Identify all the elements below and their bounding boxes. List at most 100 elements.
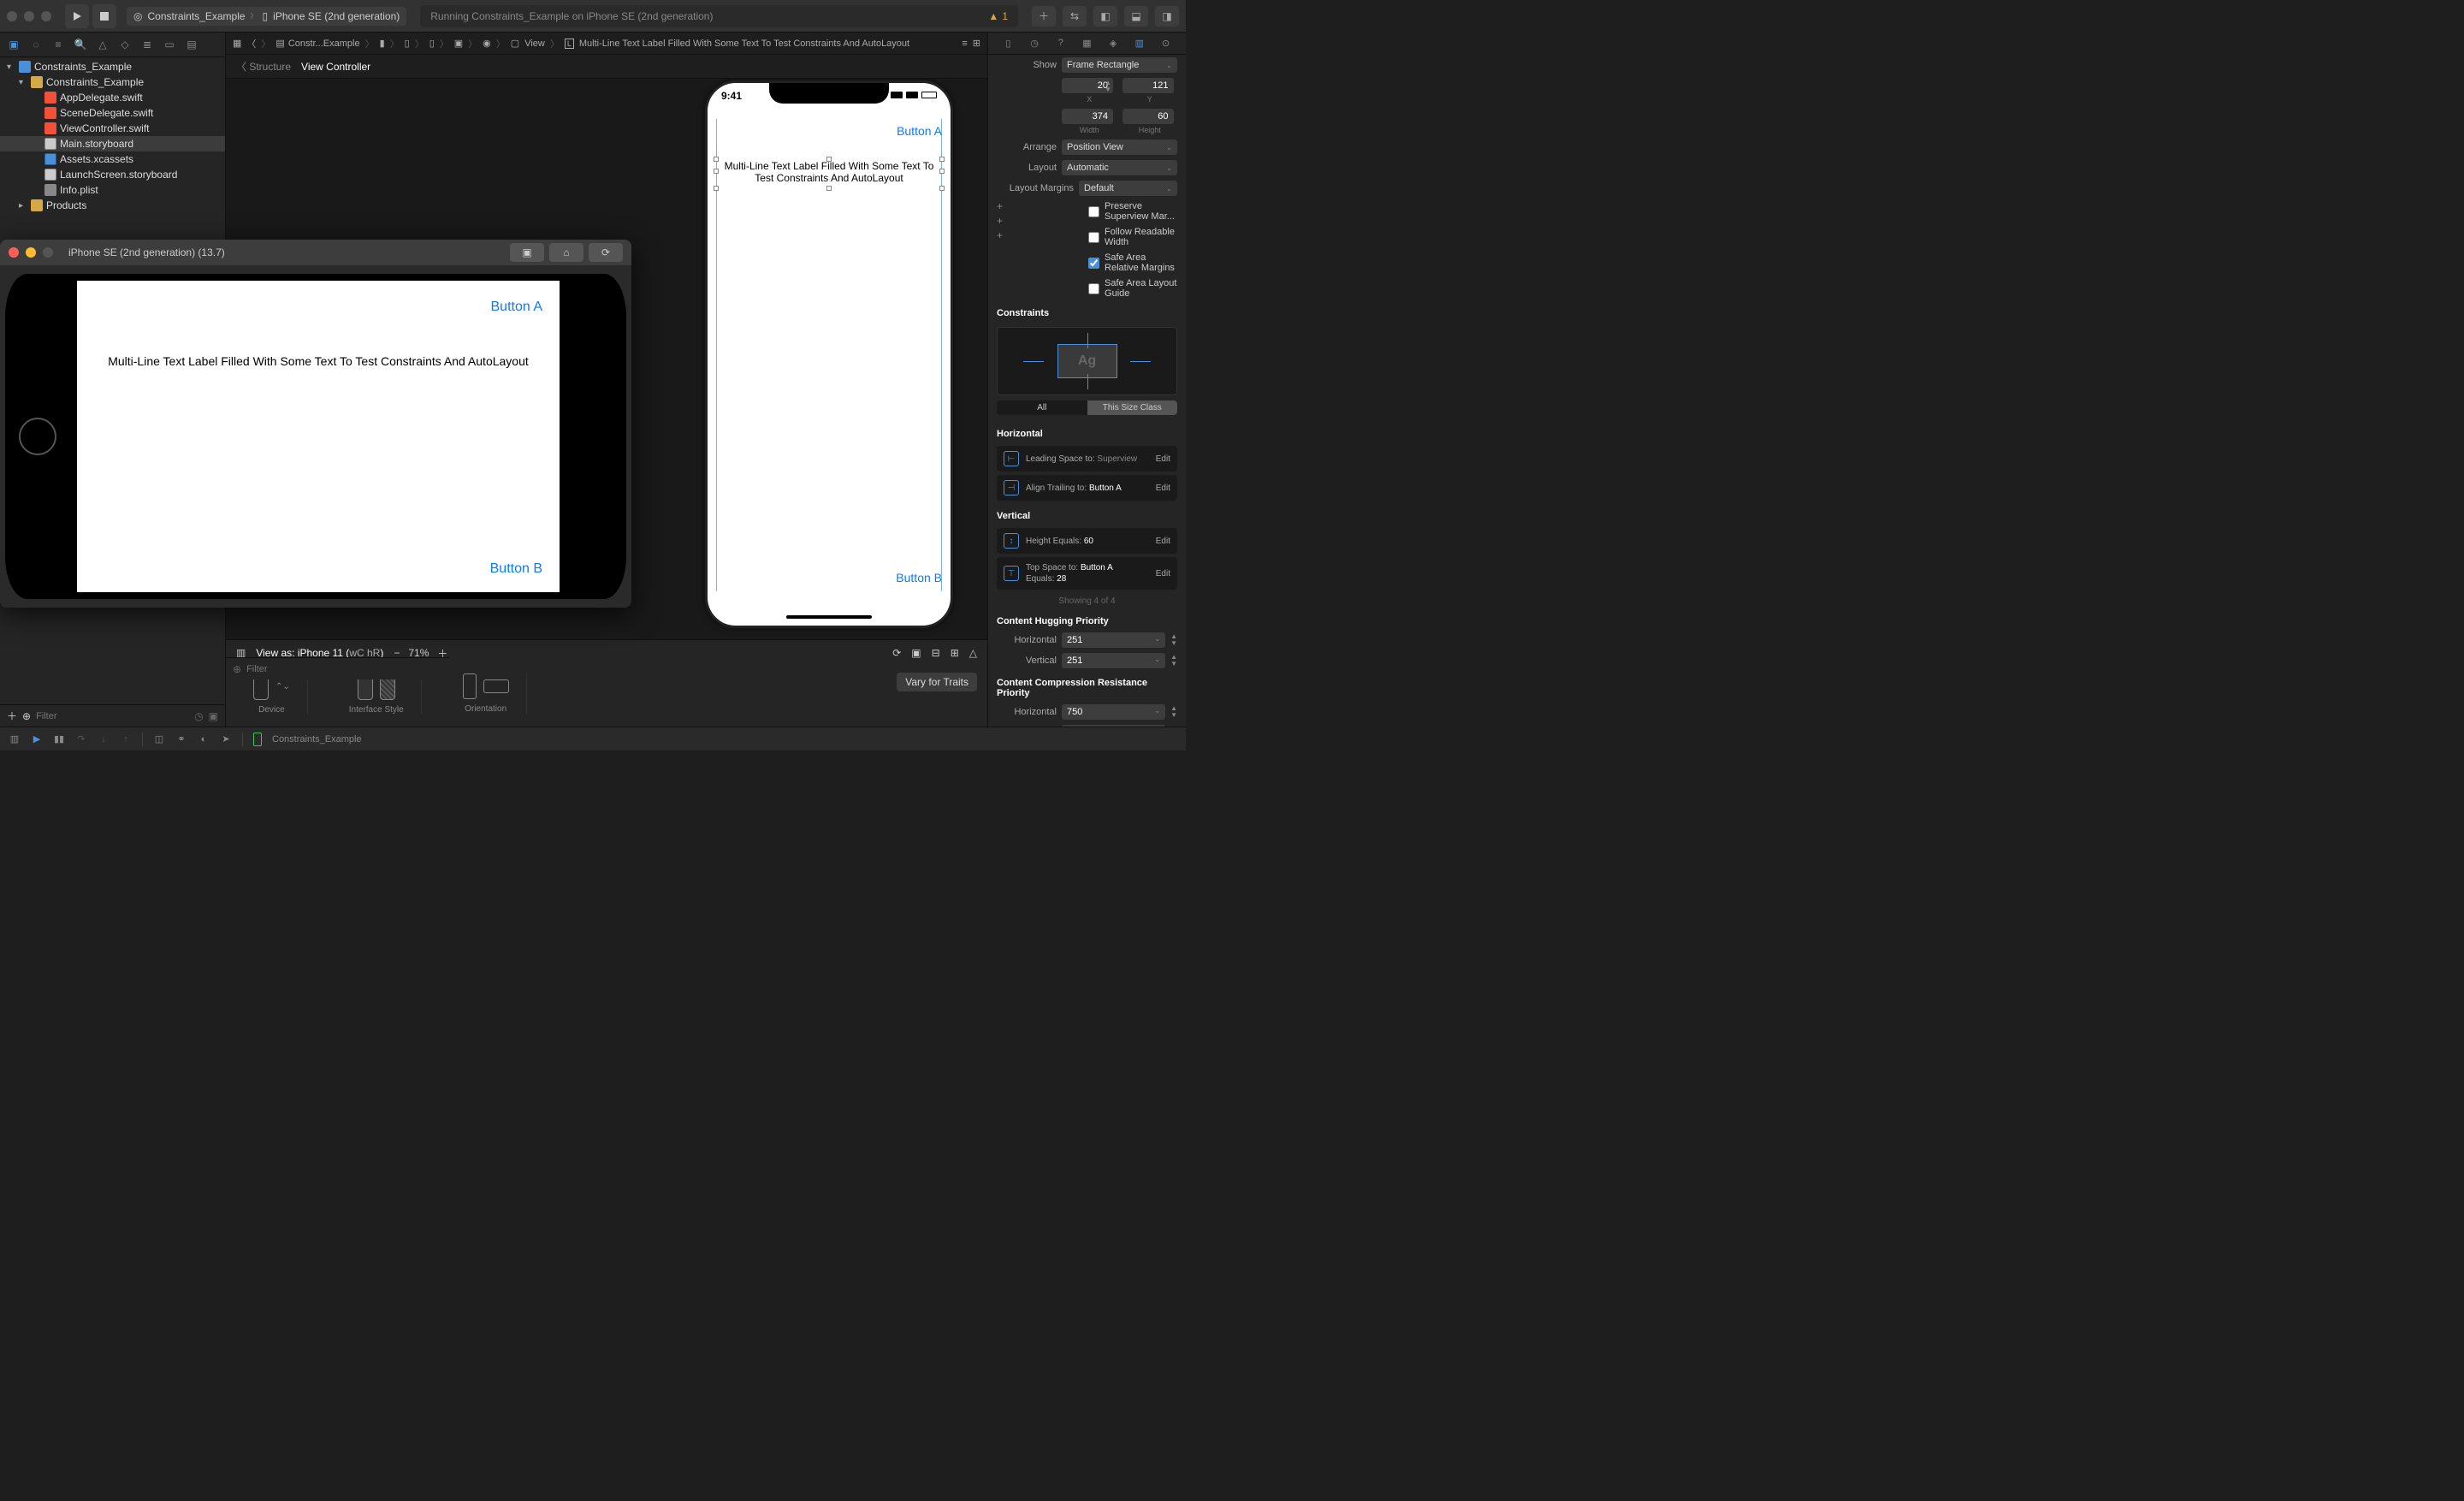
- sim-close[interactable]: [9, 247, 19, 258]
- x-input[interactable]: 20▲▼: [1062, 78, 1113, 93]
- stepper-icon[interactable]: ▲▼: [1170, 726, 1177, 727]
- continue-icon[interactable]: ▮▮: [53, 733, 65, 745]
- sim-button-b[interactable]: Button B: [490, 561, 542, 577]
- step-over-icon[interactable]: ↷: [75, 733, 87, 745]
- help-inspector-tab[interactable]: ?: [1054, 38, 1068, 49]
- embed-in-icon[interactable]: ▣: [911, 647, 921, 659]
- connections-inspector-tab[interactable]: ⊙: [1159, 38, 1173, 49]
- adjust-editor-icon[interactable]: ≡: [962, 39, 967, 49]
- resize-handle[interactable]: [826, 157, 832, 162]
- location-icon[interactable]: ➤: [220, 733, 232, 745]
- comp-h-input[interactable]: 750⌄: [1062, 704, 1165, 720]
- seg-this[interactable]: This Size Class: [1087, 400, 1178, 415]
- scm-icon[interactable]: ▣: [209, 710, 218, 722]
- clock-icon[interactable]: ◷: [194, 710, 203, 722]
- resize-handle[interactable]: [714, 169, 719, 174]
- add-trait-icon[interactable]: +: [997, 200, 1003, 212]
- layout-select[interactable]: Automatic⌄: [1062, 160, 1177, 175]
- project-navigator-tab[interactable]: ▣: [7, 38, 21, 51]
- preserve-margins-check[interactable]: [1088, 206, 1099, 217]
- source-control-tab[interactable]: ◌: [29, 38, 43, 51]
- margins-select[interactable]: Default⌄: [1079, 181, 1177, 196]
- file-inspector-tab[interactable]: ▯: [1001, 38, 1015, 49]
- identity-inspector-tab[interactable]: ▦: [1080, 38, 1093, 49]
- add-trait-icon[interactable]: +: [997, 229, 1003, 241]
- edit-button[interactable]: Edit: [1156, 454, 1170, 464]
- button-b[interactable]: Button B: [896, 571, 942, 584]
- back-button[interactable]: 〈: [246, 37, 256, 50]
- stop-button[interactable]: [92, 4, 116, 28]
- warning-badge[interactable]: ▲ 1: [988, 10, 1008, 22]
- button-a[interactable]: Button A: [897, 124, 942, 138]
- library-button[interactable]: ＋: [1032, 6, 1056, 27]
- sim-zoom[interactable]: [43, 247, 53, 258]
- process-indicator-icon[interactable]: [253, 733, 262, 746]
- resize-handle[interactable]: [714, 186, 719, 191]
- simulator-window[interactable]: iPhone SE (2nd generation) (13.7) ▣ ⌂ ⟳ …: [0, 240, 631, 608]
- readable-width-check[interactable]: [1088, 232, 1099, 243]
- hug-v-input[interactable]: 251⌄: [1062, 653, 1165, 668]
- arrange-select[interactable]: Position View⌄: [1062, 139, 1177, 155]
- multiline-label[interactable]: Multi-Line Text Label Filled With Some T…: [716, 160, 942, 184]
- step-out-icon[interactable]: ↑: [120, 734, 132, 745]
- products-group[interactable]: ▸Products: [0, 198, 225, 213]
- orientation-group[interactable]: Orientation: [446, 673, 527, 714]
- left-panel-toggle[interactable]: ◧: [1093, 6, 1117, 27]
- view-debug-icon[interactable]: ◫: [153, 733, 165, 745]
- safe-area-guide-check[interactable]: [1088, 283, 1099, 294]
- rotate-button[interactable]: ⟳: [589, 243, 623, 262]
- sim-screen[interactable]: Button A Multi-Line Text Label Filled Wi…: [77, 281, 560, 592]
- debug-target[interactable]: Constraints_Example: [272, 734, 362, 745]
- group-row[interactable]: ▾Constraints_Example: [0, 74, 225, 90]
- height-input[interactable]: 60: [1122, 109, 1174, 124]
- bottom-panel-toggle[interactable]: ⬓: [1124, 6, 1148, 27]
- file-row[interactable]: Info.plist: [0, 182, 225, 198]
- root-view[interactable]: Button A Multi-Line Text Label Filled Wi…: [716, 119, 942, 591]
- constraint-item[interactable]: ⊣Align Trailing to: Button AEdit: [997, 475, 1177, 501]
- edit-button[interactable]: Edit: [1156, 484, 1170, 493]
- sim-home-circle[interactable]: [19, 418, 56, 455]
- sim-titlebar[interactable]: iPhone SE (2nd generation) (13.7) ▣ ⌂ ⟳: [0, 240, 631, 265]
- symbols-tab[interactable]: ≡: [51, 38, 65, 51]
- edit-button[interactable]: Edit: [1156, 537, 1170, 546]
- close-window[interactable]: [7, 11, 17, 21]
- stepper-icon[interactable]: ▲▼: [1170, 705, 1177, 719]
- vary-traits-button[interactable]: Vary for Traits: [897, 673, 977, 691]
- history-inspector-tab[interactable]: ◷: [1028, 38, 1041, 49]
- landscape-icon[interactable]: [483, 679, 509, 693]
- code-review-button[interactable]: ⇆: [1063, 6, 1087, 27]
- show-select[interactable]: Frame Rectangle⌄: [1062, 57, 1177, 73]
- constraint-item[interactable]: ⊢Leading Space to: SuperviewEdit: [997, 446, 1177, 472]
- reports-tab[interactable]: ▤: [185, 38, 198, 51]
- resize-handle[interactable]: [826, 186, 832, 191]
- add-trait-icon[interactable]: +: [997, 215, 1003, 227]
- issues-tab[interactable]: △: [96, 38, 110, 51]
- home-button[interactable]: ⌂: [549, 243, 583, 262]
- file-row[interactable]: Assets.xcassets: [0, 151, 225, 167]
- file-row[interactable]: LaunchScreen.storyboard: [0, 167, 225, 182]
- stepper-icon[interactable]: ▲▼: [1170, 654, 1177, 667]
- file-row[interactable]: AppDelegate.swift: [0, 90, 225, 105]
- resolve-issues-icon[interactable]: △: [969, 647, 977, 659]
- jump-segment[interactable]: Constr...Example: [288, 39, 360, 49]
- memory-graph-icon[interactable]: ⚭: [175, 733, 187, 745]
- related-items-icon[interactable]: ▦: [233, 38, 241, 49]
- env-override-icon[interactable]: ◐: [198, 734, 210, 745]
- comp-v-input[interactable]: 750⌄: [1062, 725, 1165, 727]
- size-class-segment[interactable]: AllThis Size Class: [997, 400, 1177, 415]
- edit-button[interactable]: Edit: [1156, 569, 1170, 578]
- file-row[interactable]: SceneDelegate.swift: [0, 105, 225, 121]
- resize-handle[interactable]: [714, 157, 719, 162]
- constraints-preview[interactable]: Ag: [997, 327, 1177, 395]
- stepper-icon[interactable]: ▲▼: [1170, 633, 1177, 647]
- constraint-item[interactable]: ⊤Top Space to: Button AEquals: 28Edit: [997, 557, 1177, 590]
- jump-segment[interactable]: Multi-Line Text Label Filled With Some T…: [579, 39, 909, 49]
- zoom-window[interactable]: [41, 11, 51, 21]
- find-tab[interactable]: 🔍: [74, 38, 87, 51]
- seg-all[interactable]: All: [997, 400, 1087, 415]
- resize-handle[interactable]: [939, 169, 945, 174]
- pin-icon[interactable]: ⊞: [951, 647, 959, 659]
- add-icon[interactable]: ＋: [7, 709, 17, 723]
- forward-button[interactable]: 〉: [261, 37, 270, 50]
- project-root[interactable]: ▾Constraints_Example: [0, 59, 225, 74]
